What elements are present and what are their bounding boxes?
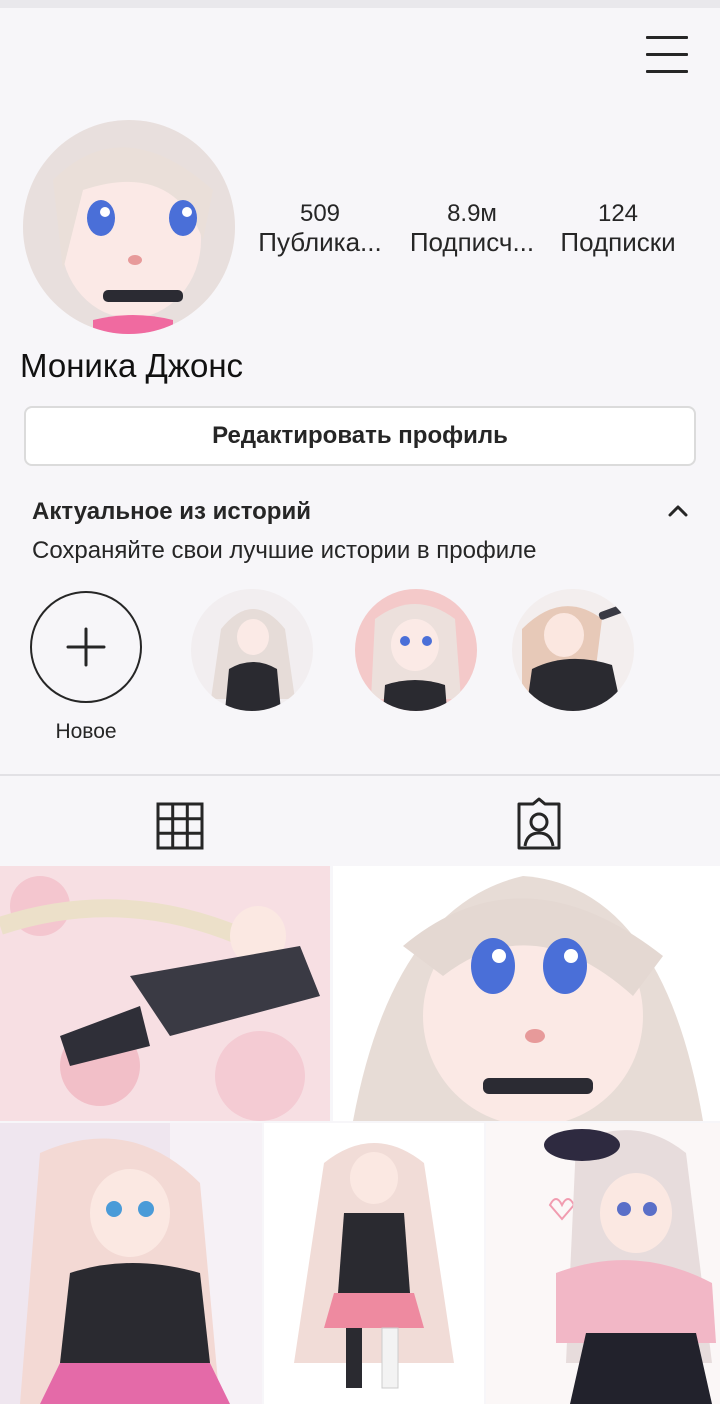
tabs-divider [0,774,720,776]
stat-followers[interactable]: 8.9м Подписч... [402,200,542,256]
highlight-thumbnail [355,589,477,711]
highlights-title: Актуальное из историй [32,498,311,525]
menu-line [646,70,688,73]
post-thumbnail-3[interactable] [0,1123,262,1404]
post-image [0,866,330,1121]
new-highlight-label: Новое [55,720,117,743]
following-count: 124 [597,200,639,227]
post-thumbnail-4[interactable] [264,1123,484,1404]
stat-following[interactable]: 124 Подписки [550,200,686,256]
stat-posts[interactable]: 509 Публика... [250,200,390,256]
tab-grid[interactable] [150,796,210,856]
chevron-up-icon[interactable] [664,497,692,525]
post-thumbnail-1[interactable] [0,866,330,1121]
highlights-subtitle: Сохраняйте свои лучшие истории в профиле [32,537,537,564]
following-label: Подписки [560,227,676,257]
post-image [486,1123,720,1404]
edit-profile-button[interactable]: Редактировать профиль [24,406,696,466]
plus-icon [66,627,106,667]
grid-icon [156,802,204,850]
post-image [264,1123,484,1404]
highlight-2[interactable] [355,589,477,711]
profile-name: Моника Джонс [20,347,244,384]
followers-count: 8.9м [447,200,497,227]
posts-count: 509 [299,200,341,227]
menu-line [646,36,688,39]
menu-line [646,53,688,56]
highlight-thumbnail [191,589,313,711]
post-thumbnail-5[interactable] [486,1123,720,1404]
post-thumbnail-2[interactable] [333,866,720,1121]
post-image [333,866,720,1121]
highlight-3[interactable] [512,589,634,711]
new-highlight-button[interactable] [30,591,142,703]
status-bar [0,0,720,8]
posts-label: Публика... [258,227,382,257]
highlight-thumbnail [512,589,634,711]
menu-button[interactable] [640,36,690,76]
tab-tagged[interactable] [509,796,569,856]
avatar-illustration [23,120,235,334]
tagged-person-icon [517,797,561,850]
profile-stats: 509 Публика... 8.9м Подписч... 124 Подпи… [250,200,700,260]
post-image [0,1123,262,1404]
followers-label: Подписч... [409,227,535,257]
profile-avatar[interactable] [23,120,235,334]
highlight-1[interactable] [191,589,313,711]
